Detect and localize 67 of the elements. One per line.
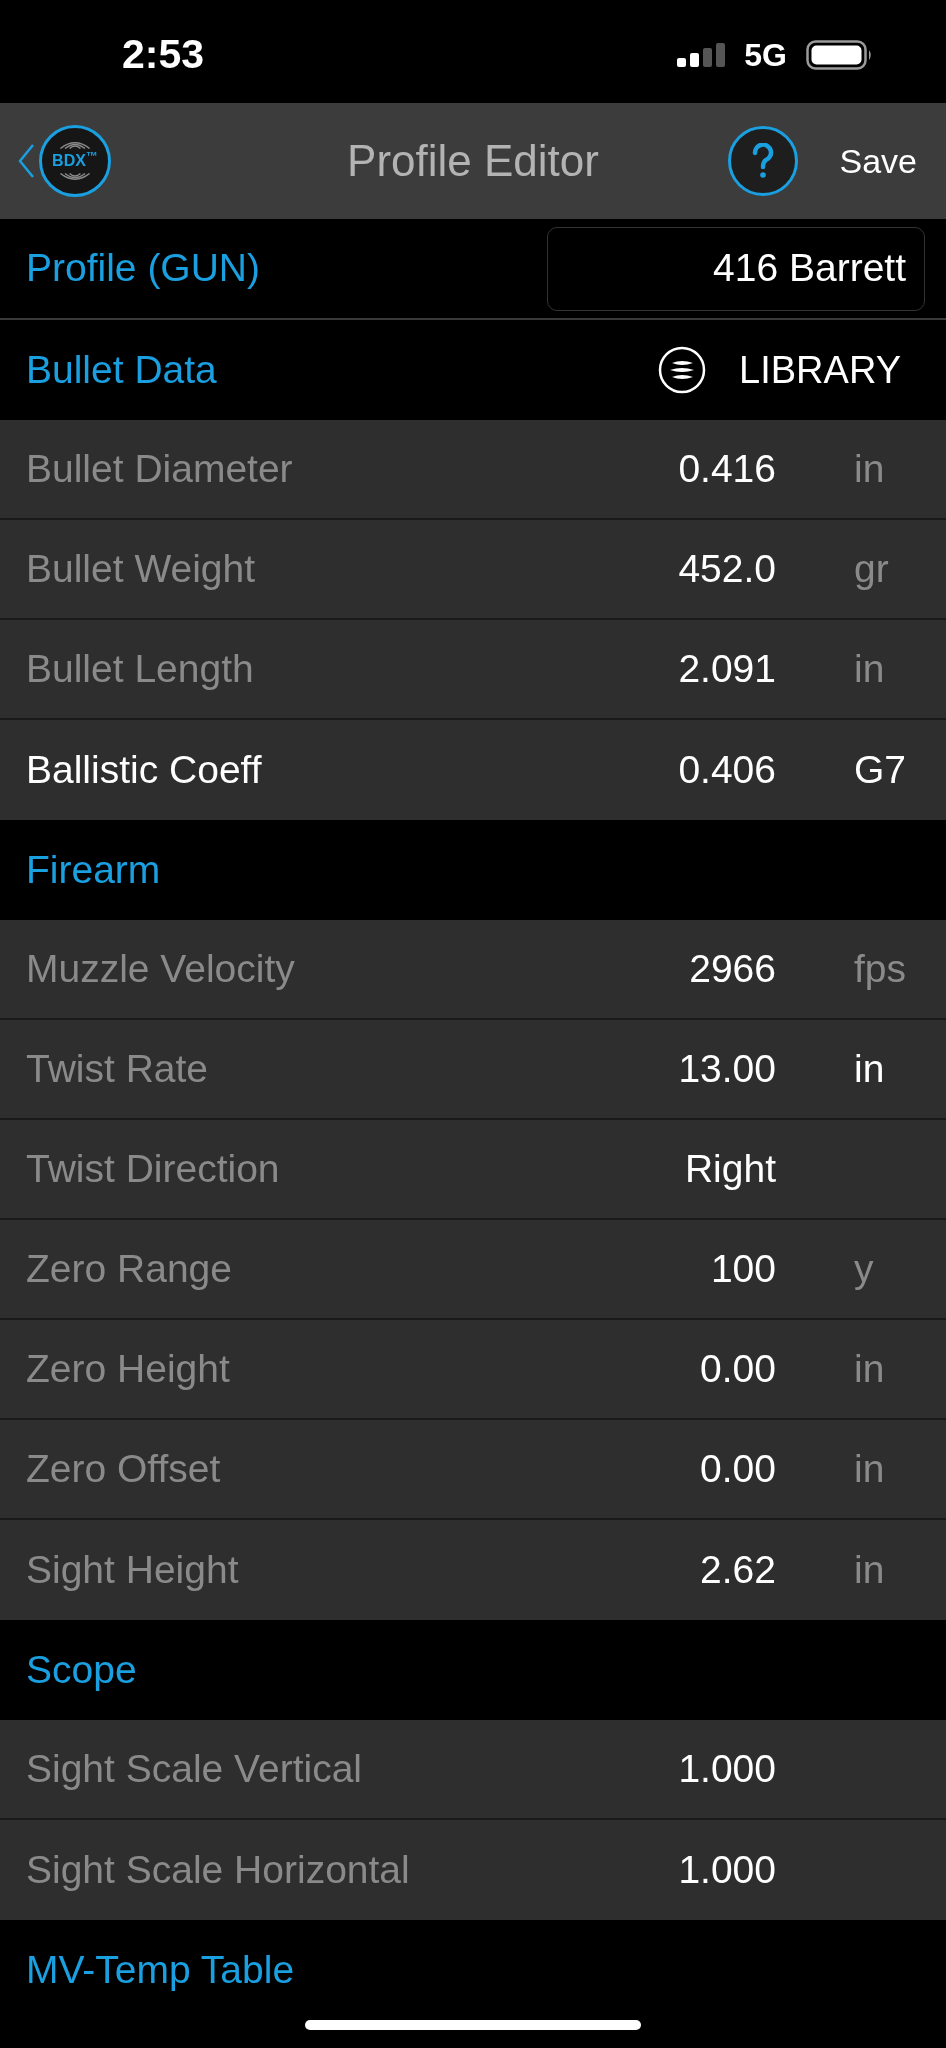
logo-text: BDX$^{™}$ [52, 151, 98, 171]
settings-row[interactable]: Bullet Length 2.091 in [0, 620, 946, 720]
row-value: 0.406 [678, 747, 776, 791]
save-button[interactable]: Save [839, 135, 917, 187]
settings-row[interactable]: Sight Height 2.62 in [0, 1520, 946, 1620]
unit-label: in [854, 646, 885, 690]
unit-label: in [854, 1046, 885, 1090]
row-value: 2966 [689, 946, 776, 990]
battery-icon [806, 40, 873, 70]
profile-label: Profile (GUN) [26, 246, 261, 290]
row-label: Zero Range [26, 1246, 232, 1290]
settings-row[interactable]: Zero Range 100 y [0, 1220, 946, 1320]
row-value: 2.091 [678, 646, 776, 690]
chevron-left-icon[interactable] [17, 143, 35, 179]
row-value: Right [684, 1146, 776, 1190]
unit-label: in [854, 1446, 885, 1490]
row-value: 0.00 [700, 1446, 776, 1490]
settings-row[interactable]: Sight Scale Horizontal 1.000 [0, 1820, 946, 1920]
profile-field[interactable]: 416 Barrett [547, 226, 925, 311]
settings-row[interactable]: Bullet Diameter 0.416 in [0, 420, 946, 520]
section-title: Bullet Data [26, 347, 217, 391]
row-label: Twist Direction [26, 1146, 280, 1190]
section-title: MV-Temp Table [26, 1947, 295, 1991]
settings-row[interactable]: Twist Direction Right [0, 1120, 946, 1220]
unit-label: in [854, 1346, 885, 1390]
settings-row[interactable]: Ballistic Coeff 0.406 G7 [0, 720, 946, 820]
settings-row[interactable]: Bullet Weight 452.0 gr [0, 520, 946, 620]
row-value: 13.00 [678, 1046, 776, 1090]
row-value: 1.000 [678, 1847, 776, 1891]
question-mark-icon [751, 143, 774, 179]
status-time: 2:53 [122, 31, 205, 78]
signal-icon [677, 43, 726, 67]
row-label: Bullet Diameter [26, 446, 293, 490]
settings-row[interactable]: Muzzle Velocity 2966 fps [0, 920, 946, 1020]
settings-row[interactable]: Zero Offset 0.00 in [0, 1420, 946, 1520]
unit-label: y [854, 1246, 874, 1290]
row-value: 0.00 [700, 1346, 776, 1390]
row-label: Sight Scale Vertical [26, 1746, 362, 1790]
app-logo[interactable]: BDX$^{™}$ [39, 125, 111, 197]
settings-row[interactable]: Sight Scale Vertical 1.000 [0, 1720, 946, 1820]
row-value: 100 [710, 1246, 776, 1290]
row-value: 452.0 [678, 546, 776, 590]
unit-label: in [854, 446, 885, 490]
list-icon [658, 346, 707, 394]
unit-label: in [854, 1547, 885, 1591]
section-title: Scope [26, 1647, 137, 1691]
row-value: 1.000 [678, 1746, 776, 1790]
row-label: Ballistic Coeff [26, 747, 262, 791]
row-label: Bullet Length [26, 646, 254, 690]
row-label: Sight Scale Horizontal [26, 1847, 410, 1891]
row-value: 2.62 [700, 1547, 776, 1591]
row-label: Zero Height [26, 1346, 230, 1390]
unit-label: gr [854, 546, 889, 590]
library-button[interactable]: LIBRARY [658, 341, 901, 399]
screen-title: Profile Editor [347, 136, 599, 185]
settings-row[interactable]: Twist Rate 13.00 in [0, 1020, 946, 1120]
row-label: Sight Height [26, 1547, 239, 1591]
row-label: Bullet Weight [26, 546, 256, 590]
settings-row[interactable]: Zero Height 0.00 in [0, 1320, 946, 1420]
row-label: Twist Rate [26, 1046, 209, 1090]
row-label: Zero Offset [26, 1446, 221, 1490]
unit-label: fps [854, 946, 907, 990]
row-label: Muzzle Velocity [26, 946, 295, 990]
network-label: 5G [744, 36, 787, 75]
row-value: 0.416 [678, 446, 776, 490]
unit-label: G7 [854, 747, 907, 791]
section-title: Firearm [26, 847, 161, 891]
